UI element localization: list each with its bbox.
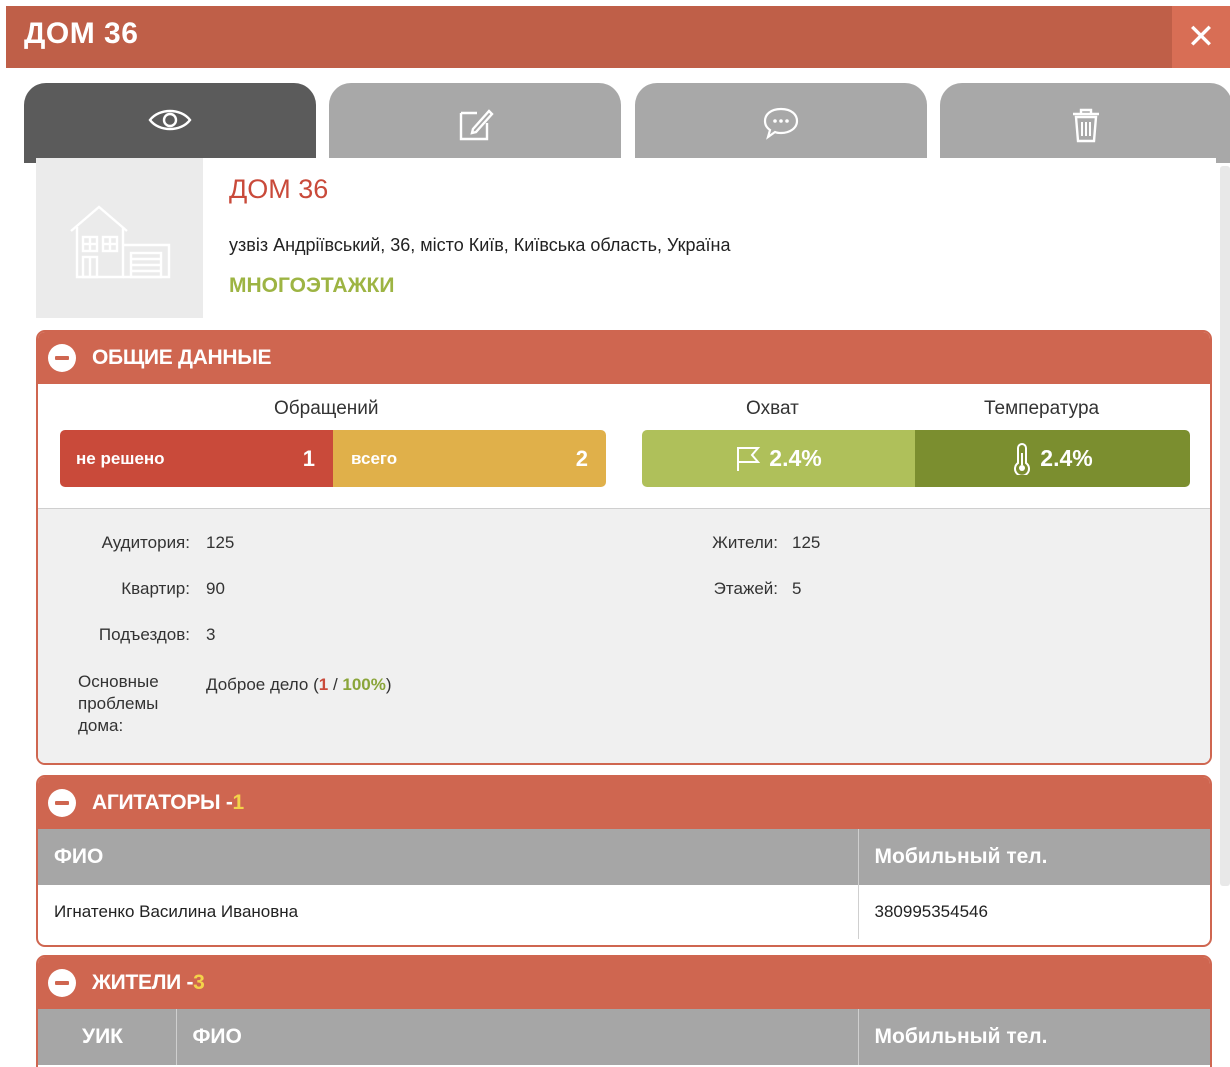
coverage-value: 2.4% [769,445,822,471]
col-header-phone[interactable]: Мобильный тел. [857,1009,1210,1065]
modal-titlebar: ДОМ 36 ✕ [6,6,1230,68]
flag-icon [737,446,761,471]
tab-bar [24,83,1230,163]
total-segment[interactable]: всего 2 [333,430,606,487]
tab-comments[interactable] [635,83,927,163]
coverage-caption: Охват [746,398,799,419]
section-residents-title: ЖИТЕЛИ - [92,971,194,994]
temperature-caption: Температура [984,398,1100,419]
house-category: МНОГОЭТАЖКИ [229,274,395,297]
total-value: 2 [575,445,588,471]
edit-icon [459,109,494,141]
problems-value: Доброе дело (1 / 100%) [206,675,392,695]
flats-row: Квартир: [38,579,190,603]
building-icon [69,205,170,279]
section-general: ОБЩИЕ ДАННЫЕ Обращений Охват Температура… [36,330,1212,765]
modal-title: ДОМ 36 [24,17,139,50]
eye-icon [148,109,192,131]
general-stats: Обращений Охват Температура не решено 1 … [38,384,1210,508]
scrollbar[interactable] [1220,166,1230,886]
entrances-row: Подъездов: [38,625,190,649]
coverage-segment[interactable]: 2.4% [642,430,915,487]
requests-caption: Обращений [274,398,379,419]
problems-text: Доброе дело ( [206,675,319,694]
agitator-name: Игнатенко Василина Ивановна [54,902,299,921]
general-details: Аудитория: 125 Квартир: 90 Подъездов: 3 … [38,508,1210,763]
unsolved-label: не решено [76,448,165,468]
section-residents: ЖИТЕЛИ - 3 УИК ФИО Мобильный тел. [36,955,1212,1067]
floors-value: 5 [792,579,802,598]
problems-label: Основные проблемы дома: [78,672,159,735]
requests-bar: не решено 1 всего 2 [60,430,606,487]
col-header-phone[interactable]: Мобильный тел. [857,829,1210,885]
section-agitators-header[interactable]: АГИТАТОРЫ - 1 [38,777,1210,829]
audience-label: Аудитория: [101,533,190,552]
entrances-label: Подъездов: [98,625,190,644]
tab-view[interactable] [24,83,316,163]
house-title: ДОМ 36 [229,174,329,204]
house-address: узвіз Андріївський, 36, місто Київ, Київ… [229,235,731,255]
section-residents-header[interactable]: ЖИТЕЛИ - 3 [38,957,1210,1009]
section-agitators: АГИТАТОРЫ - 1 ФИО Мобильный тел. Игнатен… [36,775,1212,947]
temperature-value: 2.4% [1040,445,1093,471]
tab-delete[interactable] [940,83,1230,163]
unsolved-segment[interactable]: не решено 1 [60,430,333,487]
residents-label: Жители: [712,533,778,552]
unsolved-value: 1 [302,445,315,471]
section-general-header[interactable]: ОБЩИЕ ДАННЫЕ [38,332,1210,384]
col-header-name[interactable]: ФИО [175,1009,858,1065]
collapse-icon[interactable] [48,789,76,817]
agitators-count: 1 [232,791,245,814]
house-photo [36,158,203,318]
section-agitators-title: АГИТАТОРЫ - [92,791,233,814]
table-header-row: ФИО Мобильный тел. [38,829,1210,885]
table-row[interactable]: Игнатенко Василина Ивановна 380995354546 [38,885,1210,939]
agitator-phone: 380995354546 [857,885,1210,939]
residents-value: 125 [792,533,821,552]
col-header-name[interactable]: ФИО [38,829,858,885]
residents-table: УИК ФИО Мобильный тел. [38,1009,1210,1065]
floors-row: Этажей: [638,579,778,603]
collapse-icon[interactable] [48,344,76,372]
temperature-segment[interactable]: 2.4% [915,430,1190,487]
residents-count: 3 [193,971,205,994]
problems-pct: 100% [342,675,386,694]
house-modal: ДОМ 36 ✕ ДОМ 36 узвіз Андріївський, 36, … [6,6,1230,1067]
section-general-title: ОБЩИЕ ДАННЫЕ [92,346,272,369]
table-header-row: УИК ФИО Мобильный тел. [38,1009,1210,1065]
collapse-icon[interactable] [48,969,76,997]
problems-close: ) [385,675,392,694]
flats-value: 90 [206,579,225,598]
entrances-value: 3 [206,625,216,644]
agitators-table: ФИО Мобильный тел. Игнатенко Василина Ив… [38,829,1210,939]
audience-value: 125 [206,533,235,552]
modal-content: ДОМ 36 узвіз Андріївський, 36, місто Киї… [36,158,1216,1067]
audience-row: Аудитория: [38,533,190,557]
tab-edit[interactable] [329,83,621,163]
coverage-bar: 2.4% 2.4% [642,430,1190,487]
residents-row: Жители: [638,533,778,557]
chat-icon [763,107,799,140]
floors-label: Этажей: [713,579,778,598]
col-header-uik[interactable]: УИК [38,1009,176,1065]
problems-count: 1 [318,675,329,694]
flats-label: Квартир: [121,579,190,598]
close-icon[interactable]: ✕ [1172,6,1230,68]
trash-icon [1073,108,1099,143]
problems-sep: / [328,675,343,694]
thermometer-icon [1014,442,1031,475]
total-label: всего [351,448,398,468]
